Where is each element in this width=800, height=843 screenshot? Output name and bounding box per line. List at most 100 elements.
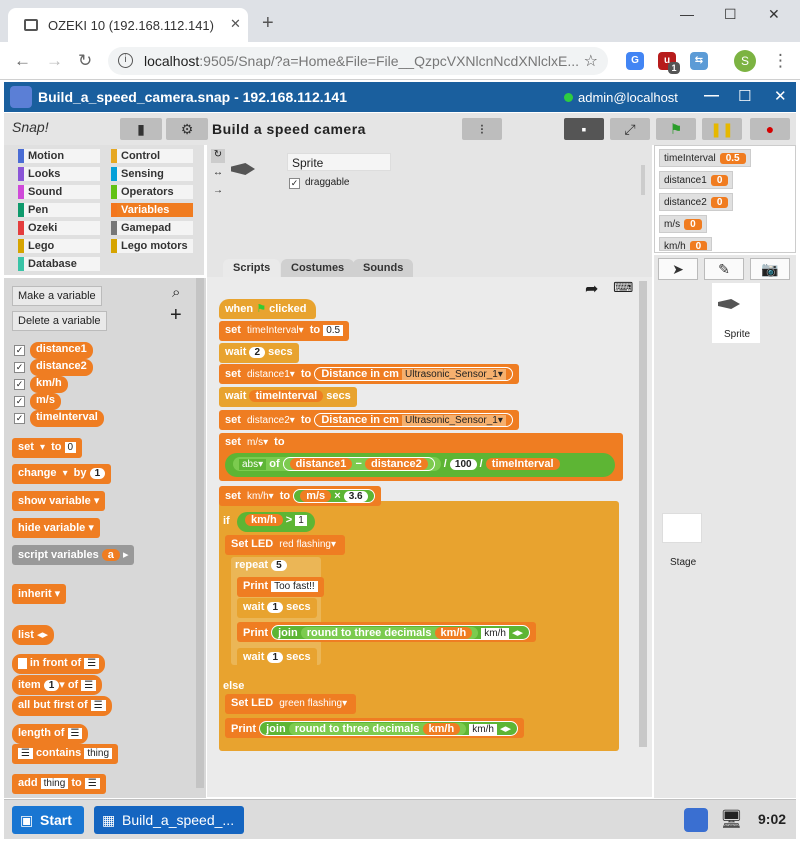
in-front-of-block[interactable]: in front of ☰ xyxy=(12,654,106,674)
browser-tab[interactable]: OZEKI 10 (192.168.112.141) ✕ xyxy=(8,8,248,42)
change-var-block[interactable]: change ▾ by 1 xyxy=(12,464,112,484)
maximize-window-icon[interactable]: ☐ xyxy=(724,6,737,23)
turtle-arrow-icon[interactable]: ➤ xyxy=(658,258,698,280)
robot-icon[interactable] xyxy=(684,808,708,832)
set-distance1-block[interactable]: set distance1▾ to Distance in cm Ultraso… xyxy=(219,364,519,384)
watcher-timeinterval[interactable]: timeInterval 0.5 xyxy=(659,149,751,167)
settings-gear-icon[interactable]: ⚙ xyxy=(166,118,208,140)
profile-avatar[interactable]: S xyxy=(734,50,756,72)
no-rotate-icon[interactable]: → xyxy=(211,185,225,199)
browser-menu-icon[interactable]: ⋮ xyxy=(772,51,789,71)
wait-1-secs-block-2[interactable]: wait 1 secs xyxy=(237,648,317,668)
search-icon[interactable]: ⌕ xyxy=(172,284,180,301)
taskbar-app-button[interactable]: ▦ Build_a_speed_... xyxy=(94,806,244,834)
item-of-block[interactable]: item 1 ▾ of ☰ xyxy=(12,675,103,695)
back-icon[interactable]: ← xyxy=(14,51,31,71)
category-lego[interactable]: Lego xyxy=(18,239,100,253)
camera-icon[interactable]: 📷 xyxy=(750,258,790,280)
var-checkbox[interactable]: ✓ xyxy=(14,345,25,356)
category-sound[interactable]: Sound xyxy=(18,185,100,199)
print-too-fast-block[interactable]: Print Too fast!! xyxy=(237,577,324,597)
category-sensing[interactable]: Sensing xyxy=(111,167,193,181)
redo-arrow-icon[interactable]: ➦ xyxy=(585,279,598,299)
set-distance2-block[interactable]: set distance2▾ to Distance in cm Ultraso… xyxy=(219,410,519,430)
user-label[interactable]: admin@localhost xyxy=(578,90,678,105)
close-window-icon[interactable]: ✕ xyxy=(768,6,780,23)
pause-icon[interactable]: ❚❚ xyxy=(702,118,742,140)
flip-style-icon[interactable]: ↔ xyxy=(211,167,225,181)
reload-icon[interactable]: ↻ xyxy=(78,51,92,71)
tab-sounds[interactable]: Sounds xyxy=(353,259,414,277)
palette-scrollbar[interactable] xyxy=(196,278,204,788)
stop-icon[interactable]: ● xyxy=(750,118,790,140)
snap-logo[interactable]: Snap! xyxy=(12,119,49,135)
green-flag-icon[interactable]: ⚑ xyxy=(656,118,696,140)
add-to-list-block[interactable]: add thing to ☰ xyxy=(12,774,106,794)
address-bar[interactable]: i localhost:9505/Snap/?a=Home&File=File_… xyxy=(108,47,608,75)
category-control[interactable]: Control xyxy=(111,149,193,163)
print-join-block-2[interactable]: Print join round to three decimals km/h … xyxy=(225,718,525,738)
corral-sprite[interactable]: Sprite xyxy=(712,283,760,343)
bookmark-star-icon[interactable]: ☆ xyxy=(584,51,598,71)
set-ms-block[interactable]: set m/s▾ to abs▾ of distance1 − distance… xyxy=(219,433,623,481)
add-block-icon[interactable]: + xyxy=(170,304,182,327)
wait-timeinterval-block[interactable]: wait timeInterval secs xyxy=(219,387,357,407)
app-maximize-icon[interactable]: ☐ xyxy=(738,87,751,105)
category-pen[interactable]: Pen xyxy=(18,203,100,217)
category-database[interactable]: Database xyxy=(18,257,100,271)
var-checkbox[interactable]: ✓ xyxy=(14,413,25,424)
rotate-style-icon[interactable]: ↻ xyxy=(211,149,225,163)
normal-stage-icon[interactable]: ▪ xyxy=(564,118,604,140)
sprite-name-input[interactable]: Sprite xyxy=(287,153,391,171)
start-button[interactable]: ▣ Start xyxy=(12,806,84,834)
hide-variable-block[interactable]: hide variable ▾ xyxy=(12,518,100,538)
close-tab-icon[interactable]: ✕ xyxy=(230,16,241,32)
stage[interactable]: timeInterval 0.5 distance1 0 distance2 0 m/… xyxy=(654,145,796,253)
set-led-green-block[interactable]: Set LED green flashing▾ xyxy=(225,694,357,714)
tab-costumes[interactable]: Costumes xyxy=(281,259,355,277)
set-led-red-block[interactable]: Set LED red flashing▾ xyxy=(225,535,345,555)
stage-thumbnail[interactable] xyxy=(662,513,702,543)
category-looks[interactable]: Looks xyxy=(18,167,100,181)
tab-scripts[interactable]: Scripts xyxy=(223,259,281,277)
watcher-distance1[interactable]: distance1 0 xyxy=(659,171,734,189)
app-minimize-icon[interactable]: — xyxy=(704,87,719,104)
var-reporter-distance2[interactable]: distance2 xyxy=(30,359,93,376)
watcher-ms[interactable]: m/s 0 xyxy=(659,215,707,233)
make-variable-button[interactable]: Make a variable xyxy=(12,286,102,306)
site-info-icon[interactable]: i xyxy=(118,53,133,68)
set-kmh-block[interactable]: set km/h▾ to m/s × 3.6 xyxy=(219,486,381,506)
set-var-block[interactable]: set ▾ to 0 xyxy=(12,438,83,458)
draggable-checkbox[interactable]: ✓ xyxy=(289,178,300,189)
address-url[interactable]: localhost:9505/Snap/?a=Home&File=File__Q… xyxy=(144,53,579,69)
fullscreen-icon[interactable]: ⤢ xyxy=(610,118,650,140)
wait-2-secs-block[interactable]: wait 2 secs xyxy=(219,343,299,363)
var-checkbox[interactable]: ✓ xyxy=(14,379,25,390)
script-variables-block[interactable]: script variables a ▸ xyxy=(12,545,135,565)
category-motion[interactable]: Motion xyxy=(18,149,100,163)
wait-1-secs-block[interactable]: wait 1 secs xyxy=(237,598,317,618)
set-timeinterval-block[interactable]: set timeInterval▾ to 0.5 xyxy=(219,321,350,341)
greater-than-reporter[interactable]: km/h > 1 xyxy=(237,512,315,532)
division-reporter[interactable]: abs▾ of distance1 − distance2 / 100 / ti… xyxy=(225,453,615,477)
var-checkbox[interactable]: ✓ xyxy=(14,396,25,407)
forward-icon[interactable]: → xyxy=(46,51,63,71)
new-tab-icon[interactable]: + xyxy=(262,12,274,35)
monitor-icon[interactable]: 🖥 xyxy=(720,809,743,830)
category-variables[interactable]: Variables xyxy=(111,203,193,217)
watcher-kmh[interactable]: km/h 0 xyxy=(659,237,713,251)
when-flag-clicked-hat[interactable]: when ⚑ clicked xyxy=(219,299,317,319)
paint-brush-icon[interactable]: ✎ xyxy=(704,258,744,280)
all-but-first-block[interactable]: all but first of ☰ xyxy=(12,696,112,716)
minimize-window-icon[interactable]: — xyxy=(680,6,694,22)
scripts-area[interactable]: ➦ ⌨ when ⚑ clicked set timeInterval▾ to … xyxy=(207,277,652,797)
list-block[interactable]: list ◂▸ xyxy=(12,625,55,645)
show-variable-block[interactable]: show variable ▾ xyxy=(12,491,106,511)
scripts-scrollbar[interactable] xyxy=(639,281,647,747)
translate-extension-icon[interactable]: G xyxy=(626,52,644,70)
stage-size-icon[interactable]: ⁝ xyxy=(462,118,502,140)
extension-icon[interactable]: ⇆ xyxy=(690,52,708,70)
watcher-distance2[interactable]: distance2 0 xyxy=(659,193,734,211)
keyboard-icon[interactable]: ⌨ xyxy=(613,279,633,296)
category-operators[interactable]: Operators xyxy=(111,185,193,199)
